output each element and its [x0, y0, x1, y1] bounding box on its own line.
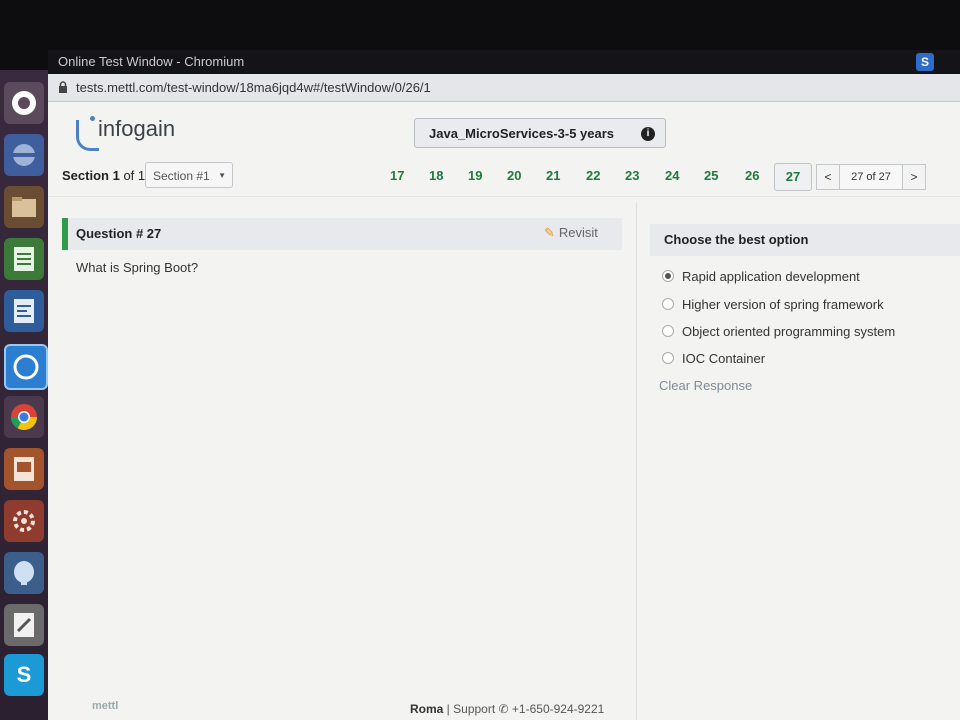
option-label: Object oriented programming system	[682, 324, 896, 339]
pager-text: 27 of 27	[840, 164, 902, 190]
files-icon[interactable]	[4, 186, 44, 228]
prev-page-button[interactable]: <	[816, 164, 840, 190]
system-settings-icon[interactable]	[4, 134, 44, 176]
question-number-link[interactable]: 20	[507, 168, 521, 183]
test-page: infogain Java_MicroServices-3-5 years i …	[48, 102, 960, 720]
window-title: Online Test Window - Chromium	[58, 54, 245, 69]
skype-icon[interactable]: S	[4, 654, 44, 696]
browser-icon[interactable]	[4, 344, 48, 390]
software-center-icon[interactable]	[4, 500, 44, 542]
option-higher-version-spring[interactable]: Higher version of spring framework	[662, 297, 884, 312]
url-text[interactable]: tests.mettl.com/test-window/18ma6jqd4w#/…	[76, 80, 431, 95]
question-number-link[interactable]: 24	[665, 168, 679, 183]
address-bar[interactable]: tests.mettl.com/test-window/18ma6jqd4w#/…	[48, 74, 960, 102]
option-rapid-application-development[interactable]: Rapid application development	[662, 269, 860, 284]
question-title: Question # 27	[76, 226, 162, 241]
section-of-text: of 1	[123, 168, 146, 183]
panel-divider	[636, 202, 637, 720]
section-bar: Section 1 of 1 Section #1 ▼ 17 18 19 20 …	[48, 160, 960, 197]
support-label: Support	[453, 702, 496, 716]
next-page-button[interactable]: >	[902, 164, 926, 190]
question-number-link[interactable]: 23	[625, 168, 639, 183]
option-oop-system[interactable]: Object oriented programming system	[662, 324, 895, 339]
revisit-button[interactable]: ✎ Revisit	[544, 225, 598, 241]
logo-text: infogain	[98, 116, 176, 141]
option-label: IOC Container	[682, 351, 766, 366]
current-question-number[interactable]: 27	[774, 163, 812, 191]
clear-response-link[interactable]: Clear Response	[659, 378, 752, 393]
question-number-link[interactable]: 22	[586, 168, 600, 183]
caret-down-icon: ▼	[218, 171, 226, 180]
ubuntu-logo-icon[interactable]	[4, 82, 44, 124]
support-phone: +1-650-924-9221	[511, 702, 605, 716]
radio-icon[interactable]	[662, 352, 674, 364]
spreadsheet-icon[interactable]	[4, 238, 44, 280]
revisit-label: Revisit	[558, 225, 598, 240]
radio-icon[interactable]	[662, 325, 674, 337]
question-header: Question # 27 ✎ Revisit	[62, 218, 622, 250]
option-label: Higher version of spring framework	[682, 297, 884, 312]
test-name: Java_MicroServices-3-5 years	[429, 126, 615, 141]
logo-dot-icon	[90, 116, 95, 121]
options-header: Choose the best option	[650, 224, 960, 256]
postgresql-icon[interactable]	[4, 552, 44, 594]
question-number-link[interactable]: 26	[745, 168, 759, 183]
test-name-box: Java_MicroServices-3-5 years i	[414, 118, 666, 148]
app-launcher: S	[0, 70, 48, 720]
phone-icon: ✆	[498, 702, 509, 716]
presentation-icon[interactable]	[4, 448, 44, 490]
section-current: 1	[112, 168, 120, 183]
footer: mettl Roma | Support ✆ +1-650-924-9221	[48, 698, 960, 720]
question-text: What is Spring Boot?	[76, 260, 199, 275]
info-icon[interactable]: i	[641, 127, 655, 141]
option-label: Rapid application development	[682, 269, 860, 284]
document-icon[interactable]	[4, 290, 44, 332]
section-select-value: Section #1	[153, 169, 210, 183]
question-number-link[interactable]: 17	[390, 168, 404, 183]
chrome-icon[interactable]	[4, 396, 44, 438]
question-number-link[interactable]: 18	[429, 168, 443, 183]
infogain-logo: infogain	[76, 114, 216, 154]
radio-icon[interactable]	[662, 298, 674, 310]
footer-location: Roma	[410, 702, 444, 716]
extension-badge[interactable]: S	[916, 53, 934, 71]
text-editor-icon[interactable]	[4, 604, 44, 646]
section-select[interactable]: Section #1 ▼	[145, 162, 233, 188]
question-number-link[interactable]: 21	[546, 168, 560, 183]
lock-icon	[58, 81, 68, 96]
option-ioc-container[interactable]: IOC Container	[662, 351, 765, 366]
section-label: Section 1 of 1	[62, 168, 145, 183]
logo-swoosh-icon	[76, 120, 99, 151]
edit-icon: ✎	[544, 225, 555, 240]
question-number-link[interactable]: 25	[704, 168, 718, 183]
radio-selected-icon[interactable]	[662, 270, 674, 282]
footer-text: Roma | Support ✆ +1-650-924-9221	[410, 702, 605, 716]
skype-icon-label: S	[16, 662, 32, 687]
mettl-logo: mettl	[92, 700, 119, 712]
section-word: Section	[62, 168, 109, 183]
question-number-link[interactable]: 19	[468, 168, 482, 183]
window-title-bar: Online Test Window - Chromium S	[48, 50, 960, 74]
